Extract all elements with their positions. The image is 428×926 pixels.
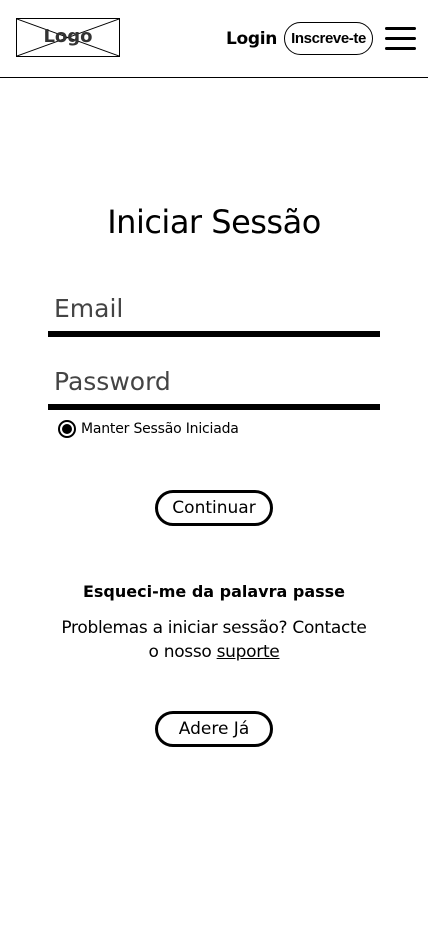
join-now-button[interactable]: Adere Já: [155, 711, 273, 747]
email-field[interactable]: [48, 285, 380, 331]
menu-bar: [385, 47, 416, 50]
page-title: Iniciar Sessão: [107, 203, 321, 241]
password-field-wrapper: [48, 358, 380, 410]
logo-text: Logo: [43, 26, 93, 47]
forgot-password-link[interactable]: Esqueci-me da palavra passe: [0, 582, 428, 601]
hamburger-menu-icon[interactable]: [385, 27, 416, 51]
radio-selected-dot: [62, 424, 72, 434]
remember-me-label: Manter Sessão Iniciada: [81, 421, 239, 437]
signup-button[interactable]: Inscreve-te: [284, 22, 373, 55]
logo-placeholder[interactable]: Logo: [16, 18, 120, 57]
password-field[interactable]: [48, 358, 380, 404]
remember-me-radio[interactable]: [58, 420, 76, 438]
support-link[interactable]: suporte: [217, 642, 280, 662]
menu-bar: [385, 37, 416, 40]
menu-bar: [385, 27, 416, 30]
help-text: Problemas a iniciar sessão? Contacte o n…: [54, 616, 374, 664]
continue-button[interactable]: Continuar: [155, 490, 273, 526]
email-field-wrapper: [48, 285, 380, 337]
remember-me-option[interactable]: Manter Sessão Iniciada: [58, 418, 239, 440]
login-link[interactable]: Login: [226, 29, 277, 49]
help-message: Problemas a iniciar sessão? Contacte o n…: [61, 618, 367, 662]
top-nav-bar: Logo Login Inscreve-te: [0, 0, 428, 78]
